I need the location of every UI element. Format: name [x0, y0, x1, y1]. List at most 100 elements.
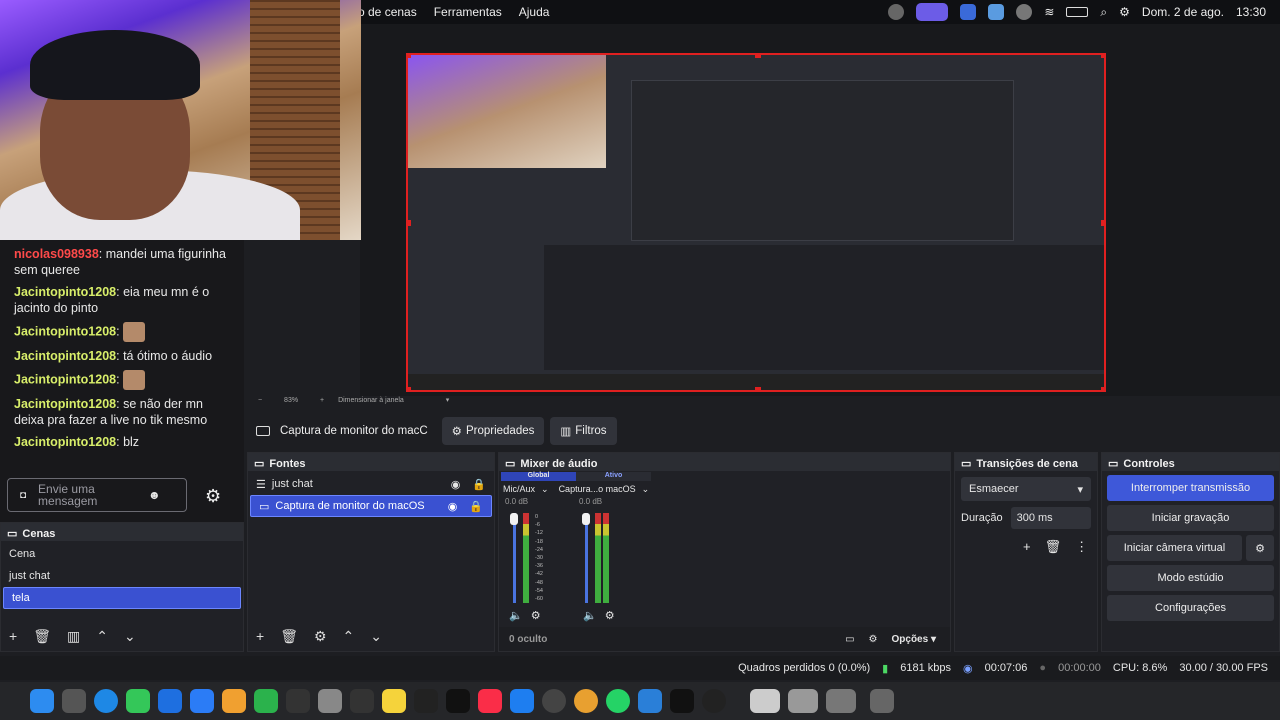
emote-picker-icon[interactable]: ☻: [148, 488, 161, 502]
transition-select[interactable]: Esmaecer ▾: [961, 477, 1091, 501]
obs-icon[interactable]: [702, 689, 726, 713]
xcode-icon[interactable]: [510, 689, 534, 713]
mixer-settings-icon[interactable]: ⚙: [531, 609, 541, 622]
disk-icon[interactable]: [542, 689, 566, 713]
scene-filter-icon[interactable]: ▥: [67, 628, 80, 645]
finder-icon[interactable]: [30, 689, 54, 713]
window-thumb[interactable]: [826, 689, 856, 713]
music-icon[interactable]: [478, 689, 502, 713]
menu-item-tools[interactable]: Ferramentas: [434, 5, 502, 19]
layout-icon[interactable]: ▭: [845, 634, 854, 645]
photos-icon[interactable]: [222, 689, 246, 713]
tv-icon[interactable]: [446, 689, 470, 713]
start-recording-button[interactable]: Iniciar gravação: [1107, 505, 1274, 531]
search-icon[interactable]: ⌕: [1100, 5, 1107, 20]
resize-handle[interactable]: [1101, 220, 1104, 226]
add-source-icon[interactable]: +: [256, 628, 264, 645]
facetime-icon[interactable]: [254, 689, 278, 713]
mixer-tab-global[interactable]: Global: [501, 472, 576, 481]
chat-settings-icon[interactable]: ⚙: [205, 486, 221, 507]
volume-slider[interactable]: [513, 513, 516, 603]
filters-button[interactable]: ▥ Filtros: [550, 417, 617, 445]
speaker-icon[interactable]: 🔈: [509, 609, 523, 622]
chevron-down-icon[interactable]: ▾: [446, 397, 450, 404]
resize-handle[interactable]: [408, 220, 411, 226]
resize-handle[interactable]: [408, 55, 411, 58]
source-item-selected[interactable]: ▭ Captura de monitor do macOS ◉ 🔒: [250, 495, 492, 517]
scene-item-selected[interactable]: tela: [3, 587, 241, 609]
sync-icon[interactable]: [888, 4, 905, 20]
speaker-icon[interactable]: 🔈: [583, 609, 597, 622]
remove-transition-icon[interactable]: 🗑: [1045, 539, 1062, 555]
scene-item[interactable]: Cena: [1, 543, 243, 565]
remove-source-icon[interactable]: 🗑: [280, 628, 298, 645]
chat-input[interactable]: ◘ Envie uma mensagem ☻: [7, 478, 187, 512]
resize-handle[interactable]: [408, 387, 411, 390]
resize-handle[interactable]: [1101, 387, 1104, 390]
add-scene-icon[interactable]: +: [9, 628, 17, 645]
resize-handle[interactable]: [755, 55, 761, 58]
trash-icon[interactable]: [870, 689, 894, 713]
resize-handle[interactable]: [1101, 55, 1104, 58]
settings-button[interactable]: Configurações: [1107, 595, 1274, 621]
stop-streaming-button[interactable]: Interromper transmissão: [1107, 475, 1274, 501]
lock-icon[interactable]: 🔒: [472, 478, 486, 491]
screen-share-icon[interactable]: [916, 3, 949, 21]
remove-scene-icon[interactable]: 🗑: [33, 628, 51, 645]
zoom-out-icon[interactable]: −: [258, 397, 262, 404]
menu-item-help[interactable]: Ajuda: [519, 5, 550, 19]
eye-icon[interactable]: ◉: [451, 478, 461, 491]
resize-handle[interactable]: [755, 387, 761, 390]
volume-knob[interactable]: [582, 513, 590, 525]
fit-window-label[interactable]: Dimensionar à janela: [338, 397, 404, 404]
volume-slider[interactable]: [585, 513, 588, 603]
chevron-down-icon[interactable]: ⌄: [642, 484, 650, 495]
stocks-icon[interactable]: [414, 689, 438, 713]
properties-button[interactable]: ⚙ Propriedades: [441, 417, 545, 445]
move-down-icon[interactable]: ⌄: [124, 628, 136, 645]
launchpad-icon[interactable]: [62, 689, 86, 713]
chrome-icon[interactable]: [574, 689, 598, 713]
safari-icon[interactable]: [94, 689, 118, 713]
vscode-icon[interactable]: [638, 689, 662, 713]
battery-icon[interactable]: [1066, 7, 1089, 17]
volume-knob[interactable]: [510, 513, 518, 525]
wifi-icon[interactable]: ≋: [1044, 5, 1054, 19]
calendar-icon[interactable]: [286, 689, 310, 713]
notes-icon[interactable]: [382, 689, 406, 713]
control-center-icon[interactable]: ⚙: [1119, 5, 1130, 19]
reminders-icon[interactable]: [350, 689, 374, 713]
mixer-tab-active[interactable]: Ativo: [576, 472, 651, 481]
more-icon[interactable]: ⋮: [1075, 539, 1088, 555]
menu-item-scene-collection[interactable]: o de cenas: [358, 5, 417, 19]
lock-icon[interactable]: 🔒: [469, 500, 483, 513]
chevron-down-icon[interactable]: ⌄: [541, 484, 549, 495]
source-item[interactable]: ☰ just chat ◉ 🔒: [248, 473, 494, 495]
window-thumb[interactable]: [750, 689, 780, 713]
duration-input[interactable]: 300 ms: [1010, 507, 1091, 529]
virtual-camera-settings-icon[interactable]: ⚙: [1246, 535, 1274, 561]
zoom-in-icon[interactable]: +: [320, 397, 324, 404]
move-up-icon[interactable]: ⌃: [96, 628, 108, 645]
source-settings-icon[interactable]: ⚙: [314, 628, 327, 645]
add-transition-icon[interactable]: +: [1023, 539, 1031, 555]
advanced-audio-icon[interactable]: ⚙: [869, 634, 878, 645]
preview-source-capture[interactable]: [406, 53, 1106, 392]
app-icon[interactable]: [988, 4, 1005, 20]
messages-icon[interactable]: [126, 689, 150, 713]
options-button[interactable]: Opções ▾: [892, 634, 937, 645]
scene-item[interactable]: just chat: [1, 565, 243, 587]
vscode-icon[interactable]: [960, 4, 977, 20]
start-virtual-camera-button[interactable]: Iniciar câmera virtual: [1107, 535, 1242, 561]
whatsapp-icon[interactable]: [606, 689, 630, 713]
contacts-icon[interactable]: [318, 689, 342, 713]
appstore-icon[interactable]: [190, 689, 214, 713]
mixer-settings-icon[interactable]: ⚙: [605, 609, 615, 622]
window-thumb[interactable]: [788, 689, 818, 713]
mail-icon[interactable]: [158, 689, 182, 713]
play-icon[interactable]: [1016, 4, 1033, 20]
move-up-icon[interactable]: ⌃: [343, 628, 355, 645]
tiktok-icon[interactable]: [670, 689, 694, 713]
studio-mode-button[interactable]: Modo estúdio: [1107, 565, 1274, 591]
eye-icon[interactable]: ◉: [448, 500, 458, 513]
